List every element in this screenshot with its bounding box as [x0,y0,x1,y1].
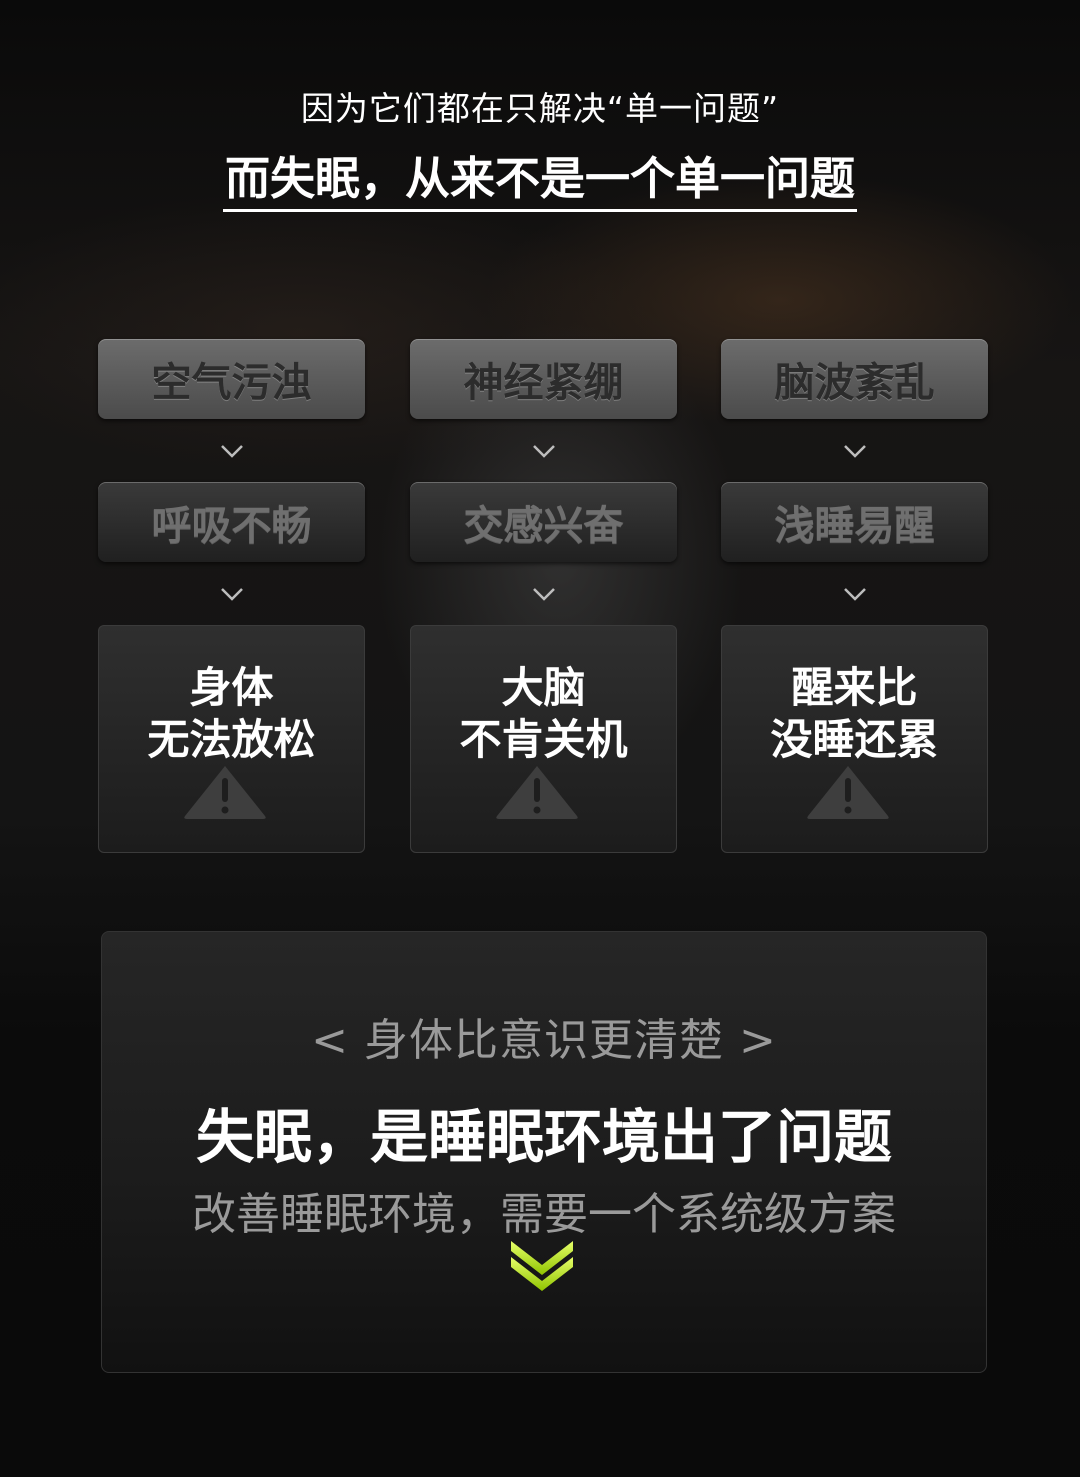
problem-column-1: 空气污浊 呼吸不畅 身体 无法放松 [98,339,365,853]
warning-icon [496,766,578,819]
panel-title: 失眠，是睡眠环境出了问题 [195,1103,892,1171]
header-subtitle: 因为它们都在只解决“单一问题” [300,89,780,128]
chevron-down-icon [410,419,677,482]
chevron-down-icon [721,562,988,625]
problem-pill: 神经紧绷 [410,339,677,419]
double-chevron-down-icon [511,1241,573,1291]
chevron-down-icon [721,419,988,482]
effect-pill: 呼吸不畅 [98,482,365,562]
warning-icon [184,766,266,819]
result-card: 醒来比 没睡还累 [721,625,988,853]
result-card: 身体 无法放松 [98,625,365,853]
header-title: 而失眠，从来不是一个单一问题 [222,142,857,212]
result-line-1: 大脑 [501,663,586,712]
result-line-2: 不肯关机 [459,715,628,764]
problem-pill: 脑波紊乱 [721,339,988,419]
chevron-down-icon [98,419,365,482]
conclusion-panel: < 身体比意识更清楚 > 失眠，是睡眠环境出了问题 改善睡眠环境，需要一个系统级… [101,931,987,1373]
header: 因为它们都在只解决“单一问题” 而失眠，从来不是一个单一问题 [0,82,1080,212]
problem-pill: 空气污浊 [98,339,365,419]
panel-tag: < 身体比意识更清楚 > [311,1015,777,1066]
result-line-2: 无法放松 [147,715,316,764]
result-line-1: 身体 [189,663,274,712]
effect-pill: 交感兴奋 [410,482,677,562]
problem-column-3: 脑波紊乱 浅睡易醒 醒来比 没睡还累 [721,339,988,853]
chevron-down-icon [98,562,365,625]
effect-pill: 浅睡易醒 [721,482,988,562]
panel-subtitle: 改善睡眠环境，需要一个系统级方案 [192,1189,896,1240]
chevron-down-icon [410,562,677,625]
result-line-1: 醒来比 [791,663,918,712]
warning-icon [807,766,889,819]
problem-column-2: 神经紧绷 交感兴奋 大脑 不肯关机 [410,339,677,853]
result-line-2: 没睡还累 [770,715,939,764]
result-card: 大脑 不肯关机 [410,625,677,853]
